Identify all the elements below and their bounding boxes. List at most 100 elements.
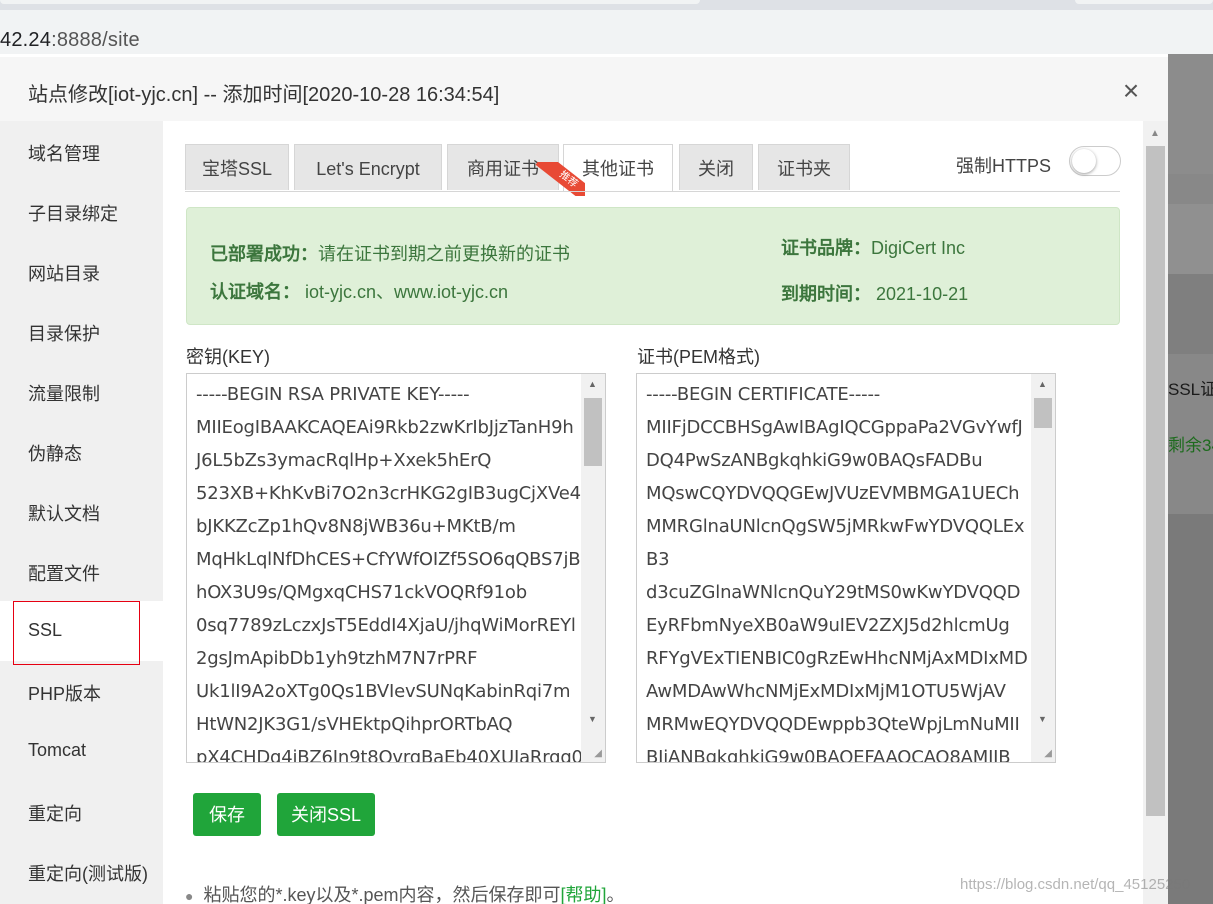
scroll-thumb[interactable] bbox=[1146, 146, 1165, 816]
sidebar-item-redirect-beta[interactable]: 重定向(测试版) bbox=[0, 841, 163, 901]
scroll-up-icon[interactable]: ▲ bbox=[588, 379, 597, 389]
sidebar-item-redirect[interactable]: 重定向 bbox=[0, 781, 163, 841]
sidebar-item-label: PHP版本 bbox=[28, 684, 102, 704]
force-https-label: 强制HTTPS bbox=[956, 156, 1052, 176]
key-textarea[interactable]: -----BEGIN RSA PRIVATE KEY----- MIIEogIBA… bbox=[186, 373, 606, 763]
cert-textarea[interactable]: -----BEGIN CERTIFICATE----- MIIFjDCCBHSgA… bbox=[636, 373, 1056, 763]
text-line: BIjANBgkqhkiG9w0BAQEFAAOCAQ8AMIIB bbox=[646, 747, 1011, 763]
address-bar[interactable]: 42.24:8888/site bbox=[0, 10, 1213, 54]
toggle-knob bbox=[1072, 149, 1096, 173]
resize-grip-icon[interactable]: ◢ bbox=[1044, 748, 1052, 759]
url-text[interactable]: 42.24:8888/site bbox=[0, 29, 140, 52]
sidebar-item-domain[interactable]: 域名管理 bbox=[0, 121, 163, 181]
hint-text: 粘贴您的*.key以及*.pem内容，然后保存即可 bbox=[203, 885, 561, 904]
text-line: MIIFjDCCBHSgAwIBAgIQCGppaPa2VGvYwfJ bbox=[646, 417, 1023, 438]
sidebar-item-traffic-limit[interactable]: 流量限制 bbox=[0, 361, 163, 421]
save-button[interactable]: 保存 bbox=[193, 793, 261, 836]
scroll-up-icon[interactable]: ▲ bbox=[1150, 128, 1160, 139]
text-line: -----BEGIN RSA PRIVATE KEY----- bbox=[196, 384, 470, 405]
background-page: SSL证 剩余34 bbox=[1168, 54, 1213, 904]
scroll-down-icon[interactable]: ▼ bbox=[1038, 714, 1047, 724]
key-label: 密钥(KEY) bbox=[186, 347, 271, 367]
sidebar-item-label: 默认文档 bbox=[28, 504, 100, 524]
text-line: 0sq7789zLczxJsT5EddI4XjaU/jhqWiMorREYl bbox=[196, 615, 576, 636]
sidebar-item-site-dir[interactable]: 网站目录 bbox=[0, 241, 163, 301]
sidebar-item-label: 重定向 bbox=[28, 804, 82, 824]
url-path: :8888/site bbox=[51, 29, 140, 51]
domain-value: iot-yjc.cn、www.iot-yjc.cn bbox=[305, 282, 509, 302]
text-line: HtWN2JK3G1/sVHEktpQihprORTbAQ bbox=[196, 714, 513, 735]
expire-label: 到期时间： bbox=[781, 284, 871, 304]
browser-tab[interactable] bbox=[0, 0, 700, 4]
background-ssl-text: SSL证 bbox=[1168, 380, 1213, 399]
text-line: B3 bbox=[646, 549, 670, 570]
text-line: MRMwEQYDVQQDEwppb3QteWpjLmNuMII bbox=[646, 714, 1020, 735]
sidebar-item-subdir[interactable]: 子目录绑定 bbox=[0, 181, 163, 241]
brand-value: DigiCert Inc bbox=[871, 238, 966, 258]
cert-status-box: 已部署成功：请在证书到期之前更换新的证书 认证域名： iot-yjc.cn、ww… bbox=[186, 207, 1120, 325]
sidebar-item-ssl[interactable]: SSL bbox=[0, 601, 163, 665]
browser-tab[interactable] bbox=[1075, 0, 1213, 4]
tab-bt-ssl[interactable]: 宝塔SSL bbox=[185, 144, 289, 190]
sidebar-item-label: 子目录绑定 bbox=[28, 204, 118, 224]
sidebar-item-config-file[interactable]: 配置文件 bbox=[0, 541, 163, 601]
text-line: AwMDAwWhcNMjExMDIxMjM1OTU5WjAV bbox=[646, 681, 1006, 702]
scroll-thumb[interactable] bbox=[584, 398, 602, 466]
sidebar-item-dir-protect[interactable]: 目录保护 bbox=[0, 301, 163, 361]
key-scrollbar[interactable]: ▲ ▼ bbox=[581, 374, 605, 762]
help-hint: ● 粘贴您的*.key以及*.pem内容，然后保存即可[帮助]。 bbox=[185, 881, 625, 904]
sidebar-item-label: 网站目录 bbox=[28, 264, 100, 284]
brand-label: 证书品牌： bbox=[781, 238, 871, 258]
domain-label: 认证域名： bbox=[210, 282, 300, 302]
sidebar-item-label: 配置文件 bbox=[28, 564, 100, 584]
scroll-thumb[interactable] bbox=[1034, 398, 1052, 428]
text-line: EyRFbmNyeXB0aW9uIEV2ZXJ5d2hlcmUg bbox=[646, 615, 1010, 636]
cert-scrollbar[interactable]: ▲ ▼ bbox=[1031, 374, 1055, 762]
modal-header: 站点修改[iot-yjc.cn] -- 添加时间[2020-10-28 16:3… bbox=[0, 57, 1168, 122]
tabs-divider bbox=[185, 191, 1120, 192]
text-line: MQswCQYDVQQGEwJVUzEVMBMGA1UECh bbox=[646, 483, 1020, 504]
sidebar-item-rewrite[interactable]: 伪静态 bbox=[0, 421, 163, 481]
text-line: J6L5bZs3ymacRqlHp+Xxek5hErQ bbox=[196, 450, 492, 471]
resize-grip-icon[interactable]: ◢ bbox=[594, 748, 602, 759]
site-edit-modal: 站点修改[iot-yjc.cn] -- 添加时间[2020-10-28 16:3… bbox=[0, 57, 1168, 904]
text-line: 523XB+KhKvBi7O2n3crHKG2gIB3ugCjXVe4F bbox=[196, 483, 591, 504]
sidebar-item-label: 域名管理 bbox=[28, 144, 100, 164]
sidebar-item-label: 目录保护 bbox=[28, 324, 100, 344]
help-link[interactable]: [帮助] bbox=[561, 885, 607, 904]
scroll-down-icon[interactable]: ▼ bbox=[588, 714, 597, 724]
hint-end: 。 bbox=[606, 885, 625, 904]
sidebar-item-label: SSL bbox=[28, 620, 63, 640]
force-https-toggle[interactable] bbox=[1069, 146, 1121, 176]
close-icon[interactable]: × bbox=[1118, 77, 1144, 105]
sidebar-item-label: 流量限制 bbox=[28, 384, 100, 404]
tab-lets-encrypt[interactable]: Let's Encrypt bbox=[294, 144, 442, 190]
sidebar-item-php-version[interactable]: PHP版本 bbox=[0, 661, 163, 721]
text-line: MIIEogIBAAKCAQEAi9Rkb2zwKrIbJjzTanH9h bbox=[196, 417, 574, 438]
sidebar-item-label: 重定向(测试版) bbox=[28, 864, 148, 884]
browser-tabstrip bbox=[0, 0, 1213, 10]
url-host: 42.24 bbox=[0, 29, 52, 51]
cert-label: 证书(PEM格式) bbox=[637, 347, 760, 367]
text-line: RFYgVExTIENBIC0gRzEwHhcNMjAxMDIxMD bbox=[646, 648, 1028, 669]
tab-close[interactable]: 关闭 bbox=[679, 144, 753, 190]
text-line: Uk1lI9A2oXTg0Qs1BVIevSUNqKabinRqi7m bbox=[196, 681, 571, 702]
text-line: DQ4PwSzANBgkqhkiG9w0BAQsFADBu bbox=[646, 450, 983, 471]
cert-content: -----BEGIN CERTIFICATE----- MIIFjDCCBHSgA… bbox=[646, 378, 1028, 763]
sidebar-item-default-doc[interactable]: 默认文档 bbox=[0, 481, 163, 541]
deployed-label: 已部署成功： bbox=[210, 244, 318, 264]
sidebar-item-label: 伪静态 bbox=[28, 444, 82, 464]
modal-scrollbar[interactable]: ▲ bbox=[1143, 121, 1168, 904]
deployed-text: 请在证书到期之前更换新的证书 bbox=[318, 244, 570, 264]
sidebar-item-tomcat[interactable]: Tomcat bbox=[0, 721, 163, 781]
key-content: -----BEGIN RSA PRIVATE KEY----- MIIEogIBA… bbox=[196, 378, 591, 762]
watermark: https://blog.csdn.net/qq_45125250 bbox=[960, 876, 1191, 893]
modal-title: 站点修改[iot-yjc.cn] -- 添加时间[2020-10-28 16:3… bbox=[28, 84, 500, 106]
background-remaining-text: 剩余34 bbox=[1168, 436, 1213, 455]
bullet-icon: ● bbox=[185, 888, 194, 904]
tab-cert-folder[interactable]: 证书夹 bbox=[758, 144, 850, 190]
close-ssl-button[interactable]: 关闭SSL bbox=[277, 793, 375, 836]
scroll-up-icon[interactable]: ▲ bbox=[1038, 379, 1047, 389]
sidebar: 域名管理 子目录绑定 网站目录 目录保护 流量限制 伪静态 默认文档 配置文件 … bbox=[0, 121, 163, 904]
text-line: d3cuZGlnaWNlcnQuY29tMS0wKwYDVQQD bbox=[646, 582, 1021, 603]
